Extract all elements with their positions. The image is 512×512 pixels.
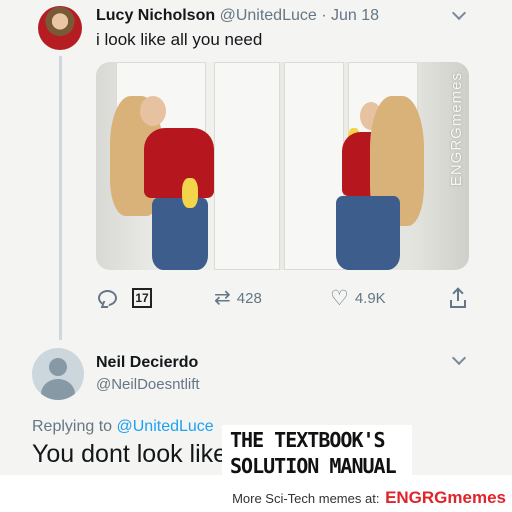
reply-button[interactable]	[98, 284, 117, 312]
chevron-down-icon[interactable]	[451, 350, 467, 366]
tweet-thread: Lucy Nicholson @UnitedLuce · Jun 18 i lo…	[0, 0, 512, 475]
like-button[interactable]: ♡ 4.9K	[330, 284, 386, 312]
avatar[interactable]	[38, 6, 82, 50]
tweet-date[interactable]: Jun 18	[331, 7, 379, 24]
emoji-button[interactable]: 17	[132, 284, 152, 312]
author-name[interactable]: Neil Decierdo	[96, 354, 198, 372]
share-icon	[450, 287, 466, 308]
replying-to: Replying to @UnitedLuce	[32, 418, 214, 436]
like-icon: ♡	[330, 286, 349, 310]
author-handle[interactable]: @UnitedLuce	[220, 7, 317, 24]
retweet-icon: ⇄	[214, 287, 231, 309]
footer: More Sci-Tech memes at: ENGRGmemes	[0, 476, 512, 512]
photo-left[interactable]	[96, 62, 280, 270]
tweet-media[interactable]: ENGRGmemes	[96, 62, 469, 270]
thread-connector	[59, 56, 62, 340]
author-name[interactable]: Lucy Nicholson	[96, 7, 215, 24]
footer-brand[interactable]: ENGRGmemes	[385, 488, 506, 507]
replying-prefix: Replying to	[32, 418, 113, 435]
author-handle[interactable]: @NeilDoesntlift	[96, 376, 200, 393]
footer-credit: More Sci-Tech memes at: ENGRGmemes	[232, 488, 506, 508]
retweet-button[interactable]: ⇄ 428	[214, 284, 262, 312]
tweet-text: You dont look like	[32, 440, 228, 468]
reply-icon	[98, 290, 117, 306]
chevron-down-icon[interactable]	[451, 5, 467, 21]
meme-caption: THE TEXTBOOK'S SOLUTION MANUAL	[222, 425, 412, 479]
footer-prefix: More Sci-Tech memes at:	[232, 491, 380, 506]
emoji-icon: 17	[132, 288, 152, 308]
photo-right[interactable]: ENGRGmemes	[284, 62, 469, 270]
replying-mention-link[interactable]: @UnitedLuce	[117, 418, 214, 435]
like-count: 4.9K	[354, 289, 386, 307]
share-button[interactable]	[450, 284, 466, 312]
caption-line-1: THE TEXTBOOK'S	[230, 428, 386, 452]
tweet-header: Lucy Nicholson @UnitedLuce · Jun 18	[96, 7, 379, 25]
retweet-count: 428	[236, 289, 262, 307]
tweet-actions: 17 ⇄ 428 ♡ 4.9K	[96, 284, 476, 312]
separator: ·	[321, 7, 327, 24]
avatar[interactable]	[32, 348, 84, 400]
watermark: ENGRGmemes	[448, 72, 465, 187]
tweet-text: i look like all you need	[96, 30, 263, 49]
